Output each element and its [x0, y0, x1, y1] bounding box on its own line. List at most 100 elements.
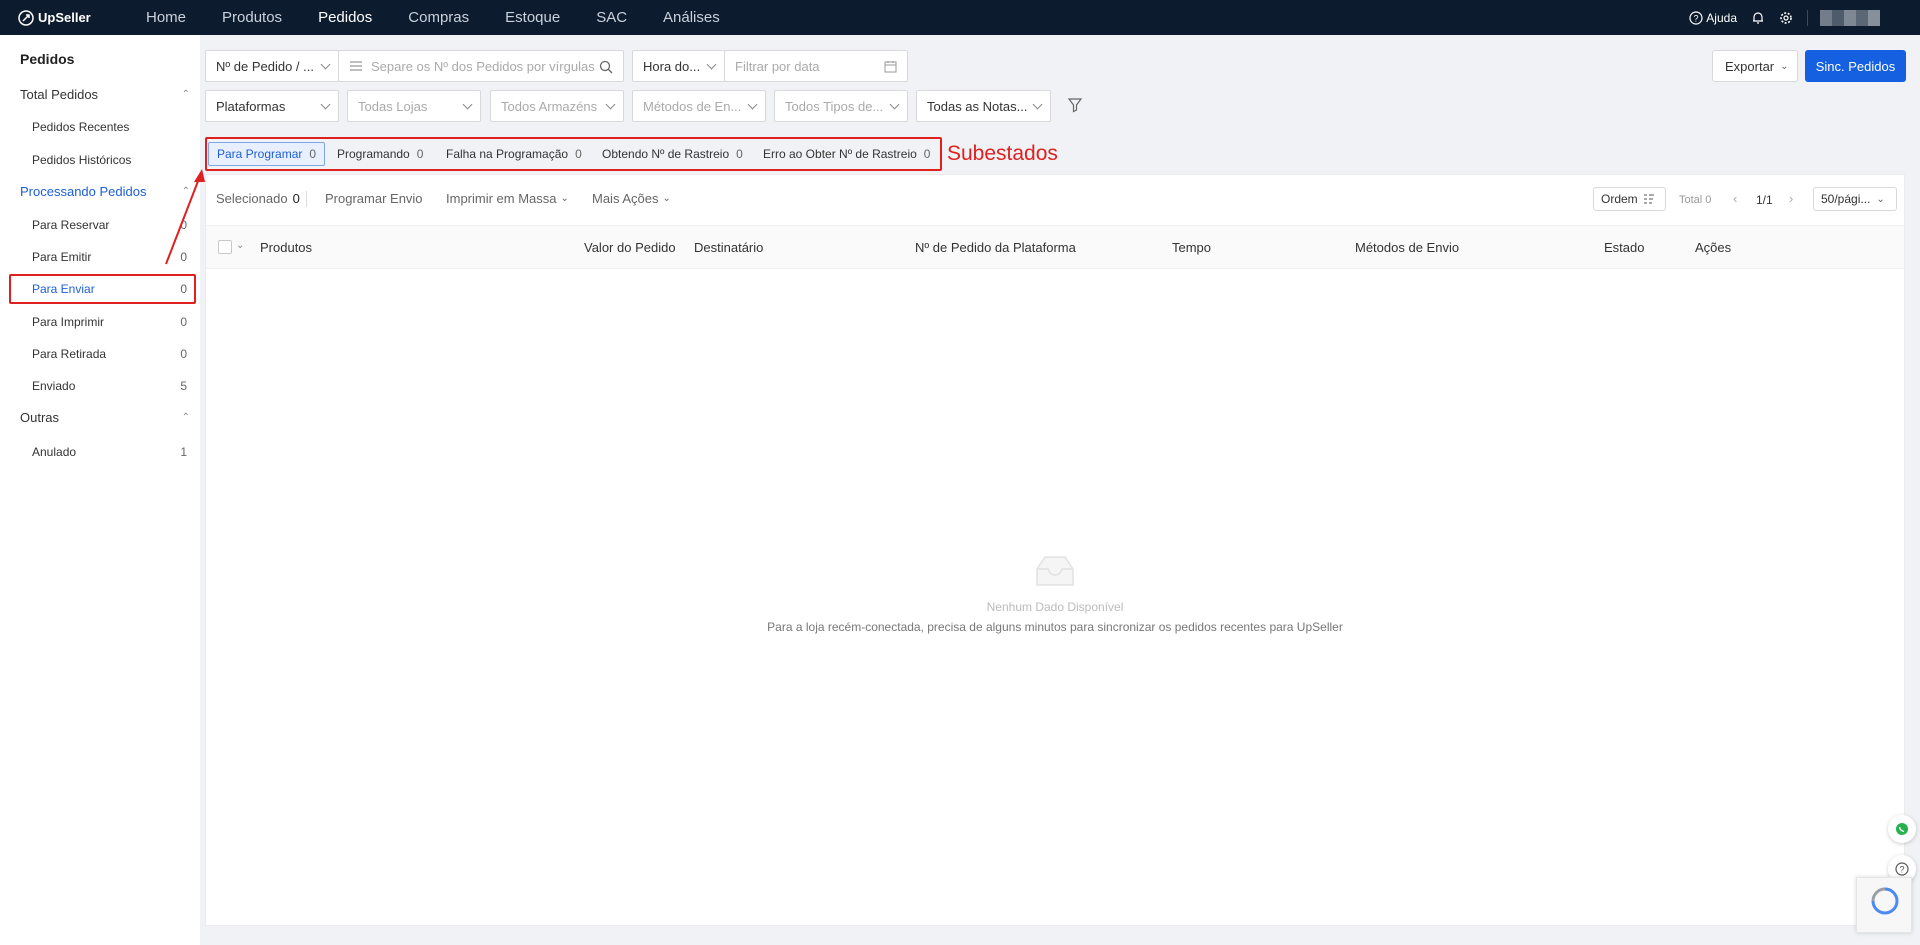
prev-page-button[interactable]: ‹: [1733, 191, 1737, 206]
tab-falha-programacao[interactable]: Falha na Programação 0: [438, 142, 590, 166]
filter-icon[interactable]: [1067, 97, 1083, 113]
select-value: Hora do...: [643, 58, 701, 74]
page-size-select[interactable]: 50/pági... ⌄: [1813, 187, 1897, 211]
sidebar-item-history[interactable]: Pedidos Históricos: [32, 153, 187, 167]
tab-label: Falha na Programação: [446, 147, 569, 161]
button-label: Ordem: [1601, 192, 1638, 206]
nav-home[interactable]: Home: [146, 9, 186, 26]
sidebar-group-others[interactable]: Outras ⌃: [20, 410, 190, 425]
whatsapp-icon[interactable]: [1888, 815, 1916, 843]
nav-estoque[interactable]: Estoque: [505, 9, 560, 26]
button-label: Programar Envio: [325, 191, 423, 206]
tab-obtendo-rastreio[interactable]: Obtendo Nº de Rastreio 0: [594, 142, 751, 166]
help-icon: ?: [1689, 10, 1703, 25]
chevron-down-icon: ⌄: [1876, 193, 1885, 205]
nav-pedidos[interactable]: Pedidos: [318, 9, 372, 26]
select-value: Plataformas: [216, 98, 286, 114]
item-label: Para Emitir: [32, 250, 92, 264]
help-link[interactable]: ? Ajuda: [1689, 11, 1737, 25]
order-types-select[interactable]: Todos Tipos de...: [774, 90, 908, 122]
user-account-blurred[interactable]: [1820, 9, 1880, 26]
shipping-methods-select[interactable]: Métodos de En...: [632, 90, 766, 122]
warehouses-select[interactable]: Todos Armazéns: [490, 90, 624, 122]
select-value: Nº de Pedido / ...: [216, 58, 314, 74]
top-navbar: UpSeller Home Produtos Pedidos Compras E…: [0, 0, 1920, 35]
bulk-print-dropdown[interactable]: Imprimir em Massa ⌄: [446, 191, 569, 206]
chevron-down-icon: [320, 99, 331, 110]
column-produtos: Produtos: [260, 240, 313, 255]
divider: [306, 191, 307, 207]
selected-label: Selecionado: [216, 191, 288, 206]
page-indicator: 1/1: [1756, 193, 1773, 207]
nav-sac[interactable]: SAC: [596, 9, 627, 26]
chevron-down-icon: ⌄: [662, 193, 671, 204]
stores-select[interactable]: Todas Lojas: [347, 90, 481, 122]
item-count: 0: [180, 347, 187, 361]
sidebar-title: Pedidos: [20, 51, 75, 67]
button-label: Imprimir em Massa: [446, 191, 557, 206]
more-actions-dropdown[interactable]: Mais Ações ⌄: [592, 191, 671, 206]
input-placeholder: Filtrar por data: [735, 58, 820, 74]
svg-text:?: ?: [1694, 13, 1699, 23]
sidebar-item-cancelled[interactable]: Anulado 1: [32, 445, 187, 459]
column-acoes: Ações: [1695, 240, 1732, 255]
tab-erro-rastreio[interactable]: Erro ao Obter Nº de Rastreio 0: [755, 142, 938, 166]
schedule-shipping-button[interactable]: Programar Envio: [325, 191, 423, 206]
recaptcha-badge[interactable]: [1856, 877, 1912, 933]
sidebar-item-sent[interactable]: Enviado 5: [32, 379, 187, 393]
next-page-button[interactable]: ›: [1789, 191, 1793, 206]
group-label: Processando Pedidos: [20, 184, 147, 199]
empty-inbox-icon: [1036, 556, 1074, 586]
sidebar-item-print[interactable]: Para Imprimir 0: [32, 315, 187, 329]
time-type-select[interactable]: Hora do...: [632, 50, 725, 82]
divider: [1807, 9, 1808, 26]
chevron-down-icon: [747, 99, 758, 110]
nav-analises[interactable]: Análises: [663, 9, 720, 26]
tab-count: 0: [736, 147, 743, 161]
sync-orders-button[interactable]: Sinc. Pedidos: [1805, 50, 1906, 82]
sort-order-button[interactable]: Ordem: [1593, 187, 1666, 211]
order-search-input[interactable]: Separe os Nº dos Pedidos por vírgulas: [338, 50, 624, 82]
select-value: Métodos de En...: [643, 98, 742, 114]
notes-select[interactable]: Todas as Notas...: [916, 90, 1051, 122]
column-numero-pedido: Nº de Pedido da Plataforma: [915, 240, 1076, 255]
gear-icon[interactable]: [1779, 11, 1793, 25]
tab-programando[interactable]: Programando 0: [329, 142, 431, 166]
item-label: Enviado: [32, 379, 76, 393]
item-label: Pedidos Históricos: [32, 153, 132, 167]
date-filter-input[interactable]: Filtrar por data: [724, 50, 908, 82]
column-valor-pedido: Valor do Pedido: [584, 240, 676, 255]
select-all-checkbox[interactable]: [218, 240, 232, 254]
selected-count: 0: [292, 191, 300, 206]
brand-logo[interactable]: UpSeller: [18, 9, 128, 26]
item-label: Para Reservar: [32, 218, 110, 232]
tab-label: Para Programar: [217, 147, 303, 161]
bell-icon[interactable]: [1751, 11, 1765, 25]
annotation-arrow: [165, 169, 205, 265]
order-number-type-select[interactable]: Nº de Pedido / ...: [205, 50, 339, 82]
chevron-down-icon: [1032, 99, 1043, 110]
chevron-down-icon[interactable]: ⌄: [236, 240, 244, 251]
tab-label: Obtendo Nº de Rastreio: [602, 147, 730, 161]
brand-name: UpSeller: [38, 10, 91, 25]
select-value: Todas as Notas...: [927, 98, 1028, 114]
select-value: Todas Lojas: [358, 98, 428, 114]
sidebar-item-pickup[interactable]: Para Retirada 0: [32, 347, 187, 361]
tab-para-programar[interactable]: Para Programar 0: [208, 142, 326, 166]
sidebar-group-total[interactable]: Total Pedidos ⌃: [20, 87, 190, 102]
chevron-down-icon: [706, 59, 717, 70]
item-label: Pedidos Recentes: [32, 120, 130, 134]
sidebar-item-recent[interactable]: Pedidos Recentes: [32, 120, 187, 134]
chevron-down-icon: ⌄: [560, 193, 569, 204]
search-icon[interactable]: [599, 60, 613, 74]
nav-compras[interactable]: Compras: [408, 9, 469, 26]
calendar-icon: [884, 61, 897, 73]
chevron-up-icon: ⌃: [181, 89, 190, 100]
main-nav: Home Produtos Pedidos Compras Estoque SA…: [146, 9, 756, 26]
platforms-select[interactable]: Plataformas: [205, 90, 339, 122]
upseller-logo-icon: [18, 9, 34, 26]
item-count: 5: [180, 379, 187, 393]
export-button[interactable]: Exportar ⌄: [1712, 50, 1798, 82]
nav-produtos[interactable]: Produtos: [222, 9, 282, 26]
input-placeholder: Separe os Nº dos Pedidos por vírgulas: [371, 58, 595, 74]
